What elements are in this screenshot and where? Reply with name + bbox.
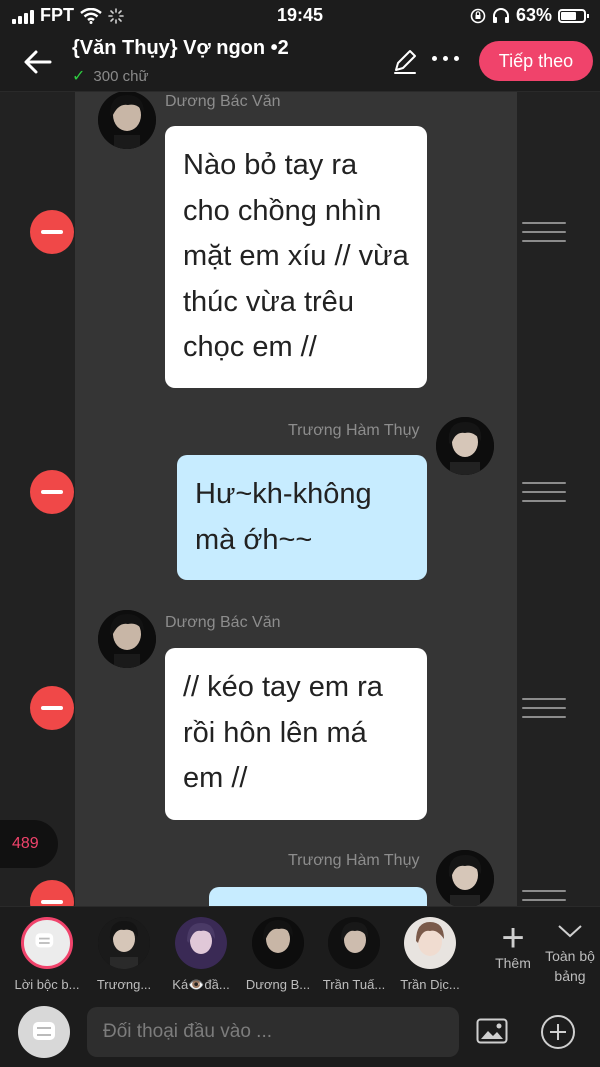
checkmark-icon: ✓ <box>72 68 86 85</box>
avatar-truong-ham-thuy[interactable] <box>436 850 494 906</box>
character-item[interactable]: Trần Dịc... <box>392 917 468 992</box>
character-avatar <box>404 917 456 969</box>
next-button[interactable]: Tiếp theo <box>479 41 593 81</box>
speaker-name: Trương Hàm Thụy <box>288 422 420 439</box>
character-avatar <box>252 917 304 969</box>
character-name: Trần Tuấ... <box>322 977 386 992</box>
drag-handle-icon[interactable] <box>522 890 566 906</box>
message-bubble[interactable]: Hư~kh-không mà ớh~~ <box>177 455 427 580</box>
character-item[interactable]: Ká👁️đầ... <box>163 917 239 993</box>
character-item[interactable]: Trần Tuấ... <box>316 917 392 992</box>
delete-message-button[interactable] <box>30 210 74 254</box>
message-bubble[interactable]: Nào bỏ tay ra cho chồng nhìn mặt em xíu … <box>165 126 427 388</box>
delete-message-button[interactable] <box>30 686 74 730</box>
plus-icon: + <box>501 916 525 960</box>
character-name: Lời bộc b... <box>14 977 80 992</box>
character-avatar <box>328 917 380 969</box>
character-name: Ká👁️đầ... <box>172 977 230 992</box>
input-bar <box>0 998 600 1067</box>
headphones-icon <box>492 7 509 23</box>
message-bubble[interactable] <box>209 887 427 906</box>
character-name: Dương B... <box>245 977 311 992</box>
character-item[interactable]: Dương B... <box>240 917 316 992</box>
avatar-duong-bac-van[interactable] <box>98 92 156 149</box>
narration-icon <box>21 917 73 969</box>
word-count-row: ✓ 300 chữ <box>72 66 148 86</box>
chat-editor[interactable]: Dương Bác Văn Nào bỏ tay ra cho chồng nh… <box>0 92 600 906</box>
character-name: Trương... <box>96 977 152 992</box>
more-options-icon[interactable] <box>432 56 459 61</box>
dialogue-input[interactable] <box>87 1007 459 1057</box>
character-item[interactable]: Trương... <box>86 917 162 992</box>
status-bar: FPT 19:45 63% <box>0 0 600 34</box>
all-characters-label: Toàn bộ bảng <box>545 948 595 984</box>
character-name: Trần Dịc... <box>400 977 460 992</box>
battery-percent: 63% <box>515 5 552 25</box>
message-counter-badge[interactable]: 489 <box>0 820 58 868</box>
battery-icon <box>558 8 589 23</box>
message-bubble[interactable]: // kéo tay em ra rồi hôn lên má em // <box>165 648 427 820</box>
avatar-duong-bac-van[interactable] <box>98 610 156 668</box>
nav-bar: {Văn Thụy} Vợ ngon •2 ✓ 300 chữ Tiếp the… <box>0 34 600 92</box>
story-title: {Văn Thụy} Vợ ngon •2 <box>72 37 289 59</box>
add-circle-icon[interactable] <box>540 1014 576 1050</box>
status-right: 63% <box>470 5 589 26</box>
add-character-label: Thêm <box>495 955 531 971</box>
character-avatar <box>98 917 150 969</box>
drag-handle-icon[interactable] <box>522 698 566 720</box>
narration-icon <box>33 1022 55 1040</box>
back-arrow-icon[interactable] <box>20 44 56 80</box>
orientation-lock-icon <box>470 8 486 23</box>
character-avatar <box>175 917 227 969</box>
delete-message-button[interactable] <box>30 470 74 514</box>
word-count: 300 chữ <box>93 67 149 85</box>
character-narration[interactable]: Lời bộc b... <box>9 917 85 992</box>
speaker-name: Dương Bác Văn <box>165 614 281 631</box>
drag-handle-icon[interactable] <box>522 222 566 244</box>
image-icon[interactable] <box>476 1018 508 1044</box>
add-character-button[interactable]: + Thêm <box>486 916 540 971</box>
all-characters-button[interactable]: Toàn bộ bảng <box>540 921 600 986</box>
chevron-down-icon <box>558 925 582 938</box>
narration-toggle-button[interactable] <box>18 1006 70 1058</box>
speaker-name: Trương Hàm Thụy <box>288 852 420 869</box>
character-bar: Lời bộc b... Trương... Ká👁️đầ... Dương B… <box>0 906 600 998</box>
speaker-name: Dương Bác Văn <box>165 93 281 110</box>
drag-handle-icon[interactable] <box>522 482 566 504</box>
avatar-truong-ham-thuy[interactable] <box>436 417 494 475</box>
pencil-icon[interactable] <box>390 46 420 76</box>
